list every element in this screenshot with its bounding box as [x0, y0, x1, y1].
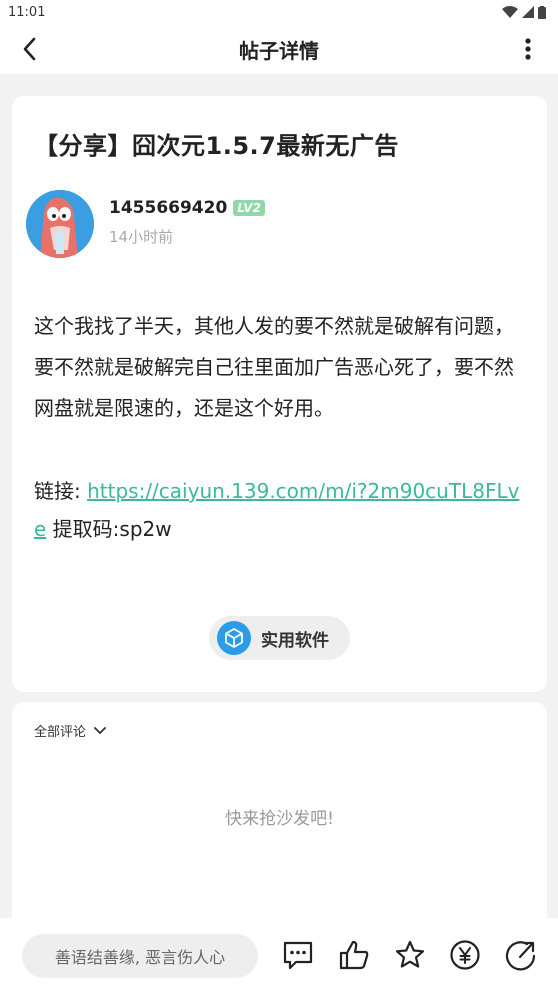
- empty-comments-text: 快来抢沙发吧!: [225, 809, 334, 829]
- signal-icon: [522, 6, 534, 18]
- post-body: 这个我找了半天，其他人发的要不然就是破解有问题，要不然就是破解完自己往里面加广告…: [34, 314, 514, 420]
- link-prefix: 链接:: [34, 479, 88, 503]
- reward-button[interactable]: [448, 938, 482, 972]
- share-button[interactable]: [504, 938, 538, 972]
- extract-code: 提取码:sp2w: [46, 517, 172, 541]
- post-title: 【分享】囧次元1.5.7最新无广告: [34, 132, 399, 160]
- wifi-icon: [502, 6, 518, 18]
- category-tag[interactable]: 实用软件: [209, 616, 350, 660]
- like-button[interactable]: [337, 938, 371, 972]
- author-name: 1455669420: [109, 198, 228, 218]
- category-tag-label: 实用软件: [261, 630, 329, 651]
- cube-icon: [217, 621, 251, 655]
- comment-icon: [283, 941, 313, 970]
- app-bar: 帖子详情: [0, 24, 558, 74]
- thumbs-up-icon: [339, 940, 369, 970]
- share-icon: [505, 941, 536, 971]
- more-options-button[interactable]: [518, 34, 538, 64]
- more-vertical-icon: [525, 38, 531, 60]
- comment-filter-dropdown[interactable]: 全部评论: [34, 721, 106, 740]
- avatar[interactable]: [26, 190, 94, 258]
- level-badge: LV2: [233, 200, 265, 216]
- post-card: 【分享】囧次元1.5.7最新无广告 1455669420 LV2 14小时前 这…: [12, 96, 547, 692]
- star-icon: [395, 940, 425, 968]
- comment-input[interactable]: 善语结善缘, 恶言伤人心: [22, 934, 258, 978]
- post-link-line: 链接: https://caiyun.139.com/m/i?2m90cuTL8…: [34, 472, 529, 548]
- chevron-left-icon: [23, 37, 36, 61]
- status-time: 11:01: [8, 4, 46, 20]
- back-button[interactable]: [14, 34, 44, 64]
- status-bar: 11:01: [0, 0, 558, 24]
- comments-card: 全部评论 快来抢沙发吧!: [12, 702, 547, 942]
- comment-button[interactable]: [281, 938, 315, 972]
- comment-input-placeholder: 善语结善缘, 恶言伤人心: [54, 948, 226, 967]
- battery-icon: [538, 5, 546, 19]
- comment-filter-label: 全部评论: [34, 725, 87, 740]
- author-name-row[interactable]: 1455669420 LV2: [109, 198, 265, 218]
- yen-icon: [450, 940, 480, 970]
- post-time: 14小时前: [109, 228, 174, 246]
- page-title: 帖子详情: [239, 38, 319, 63]
- status-icons: [502, 5, 546, 19]
- avatar-image: [26, 190, 94, 258]
- favorite-button[interactable]: [393, 938, 427, 972]
- chevron-down-icon: [94, 726, 106, 734]
- bottom-action-bar: 善语结善缘, 恶言伤人心: [0, 918, 558, 992]
